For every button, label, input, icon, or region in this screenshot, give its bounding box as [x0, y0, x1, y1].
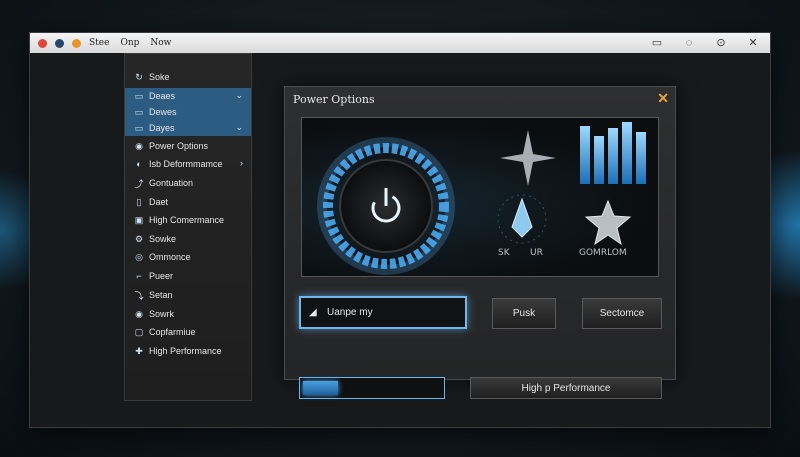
plug-icon: ⌐ [136, 271, 142, 281]
sidebar-item-label: Sowrk [149, 309, 175, 319]
menu-item-onp[interactable]: Onp [120, 38, 139, 48]
push-button[interactable]: Pusk [492, 298, 556, 329]
sidebar-item-dewes[interactable]: ▭ Dewes [125, 104, 251, 120]
sidebar-item-copfarmiue[interactable]: ▢ Copfarmiue [125, 324, 251, 340]
visual-label-gomrlom: GOMRLOM [579, 248, 627, 258]
sidebar-item-soke[interactable]: ↻ Soke [125, 69, 251, 85]
restore-icon[interactable]: ▭ [650, 36, 664, 50]
sidebar: ↻ Soke ▭ Deaes ⌄ ▭ Dewes ▭ Dayes ⌄ ◉ Pow… [124, 53, 252, 401]
sidebar-item-gontuation[interactable]: ⤴ Gontuation [125, 175, 251, 191]
sync-icon: ↻ [135, 71, 143, 82]
sidebar-item-label: Deaes [149, 91, 176, 101]
sidebar-item-ommonce[interactable]: ◎ Ommonce [125, 249, 251, 265]
sidebar-item-label: High Performance [149, 346, 222, 356]
sidebar-item-sowrk[interactable]: ◉ Sowrk [125, 306, 251, 322]
sidebar-item-label: Ommonce [149, 252, 191, 262]
sectomce-button[interactable]: Sectomce [582, 298, 662, 329]
device-icon: ▭ [134, 106, 144, 117]
sidebar-item-label: Dewes [149, 107, 177, 117]
display-icon: ▣ [134, 214, 144, 225]
sidebar-item-label: Isb Deformmamce [149, 159, 223, 169]
dialog-title: Power Options [293, 93, 375, 106]
sectomce-button-label: Sectomce [599, 308, 645, 319]
plan-name-value: Uanpe my [327, 307, 373, 318]
star-emblem-icon [584, 199, 632, 246]
device-icon: ▭ [134, 90, 144, 101]
power-icon: ◉ [135, 140, 143, 151]
sidebar-item-label: Gontuation [149, 178, 194, 188]
window-icon: ▢ [134, 326, 144, 337]
high-performance-button[interactable]: High p Performance [470, 377, 662, 399]
push-button-label: Pusk [512, 308, 536, 319]
sidebar-item-label: Daet [149, 197, 169, 207]
sidebar-item-deaes[interactable]: ▭ Deaes ⌄ [125, 88, 251, 104]
chevron-down-icon[interactable]: ⌄ [235, 90, 243, 101]
device-icon: ▭ [134, 122, 144, 133]
arrow-down-icon: ⤵ [134, 290, 144, 301]
starburst-icon [500, 130, 556, 186]
visual-label-ur: UR [530, 248, 543, 258]
chevron-right-icon[interactable]: › [240, 158, 243, 168]
window-controls: ▭ ◌ ⊙ ✕ [650, 36, 760, 50]
sidebar-item-label: Dayes [149, 123, 175, 133]
sidebar-item-isb-deformmamce[interactable]: ◐ Isb Deformmamce › [125, 156, 251, 172]
minimize-dot[interactable] [55, 38, 64, 48]
title-bar: Stee Onp Now ▭ ◌ ⊙ ✕ [30, 33, 770, 53]
refresh-icon[interactable]: ◌ [682, 36, 696, 50]
power-progress-bar [299, 377, 445, 399]
battery-icon: ▯ [136, 196, 142, 207]
sidebar-item-pueer[interactable]: ⌐ Pueer [125, 268, 251, 284]
sidebar-item-label: Power Options [149, 141, 209, 151]
network-icon: ◉ [135, 308, 143, 319]
power-options-dialog: Power Options ✕ SK UR GOMRLOM ◢ Uanpe my… [284, 86, 676, 399]
menu-item-stee[interactable]: Stee [89, 38, 109, 48]
sidebar-item-power-options[interactable]: ◉ Power Options [125, 138, 251, 154]
crystal-icon [497, 194, 547, 244]
arrow-icon: ⤴ [134, 178, 144, 189]
close-icon[interactable]: ✕ [746, 36, 760, 50]
equalizer-icon [580, 122, 646, 184]
sidebar-item-high-comermance[interactable]: ▣ High Comermance [125, 212, 251, 228]
plan-name-field[interactable]: ◢ Uanpe my [299, 296, 467, 329]
close-icon[interactable]: ✕ [657, 90, 669, 107]
sidebar-item-label: Setan [149, 290, 173, 300]
sidebar-item-dayes[interactable]: ▭ Dayes ⌄ [125, 120, 251, 136]
sidebar-item-high-performance[interactable]: ✚ High Performance [125, 343, 251, 359]
settings-icon[interactable]: ⊙ [714, 36, 728, 50]
performance-icon: ◐ [136, 159, 142, 169]
gear-icon: ⚙ [134, 233, 144, 244]
pen-icon: ◢ [309, 307, 317, 318]
visual-label-sk: SK [498, 248, 510, 258]
sidebar-item-sowke[interactable]: ⚙ Sowke [125, 231, 251, 247]
sidebar-item-label: Soke [149, 72, 170, 82]
app-window: Stee Onp Now ▭ ◌ ⊙ ✕ ↻ Soke ▭ Deaes ⌄ ▭ … [29, 32, 771, 428]
sidebar-item-daet[interactable]: ▯ Daet [125, 194, 251, 210]
sidebar-item-label: Pueer [149, 271, 174, 281]
target-icon: ◎ [135, 251, 143, 262]
chevron-down-icon[interactable]: ⌄ [235, 122, 243, 133]
sidebar-item-label: Sowke [149, 234, 177, 244]
sidebar-item-label: Copfarmiue [149, 327, 196, 337]
zoom-dot[interactable] [72, 38, 81, 48]
progress-fill [303, 381, 338, 395]
close-dot[interactable] [38, 38, 47, 48]
power-visual-panel: SK UR GOMRLOM [301, 117, 659, 277]
menu-item-now[interactable]: Now [150, 38, 171, 48]
sidebar-item-setan[interactable]: ⤵ Setan [125, 287, 251, 303]
plus-icon: ✚ [135, 345, 143, 356]
high-performance-button-label: High p Performance [521, 382, 611, 394]
sidebar-item-label: High Comermance [149, 215, 225, 225]
